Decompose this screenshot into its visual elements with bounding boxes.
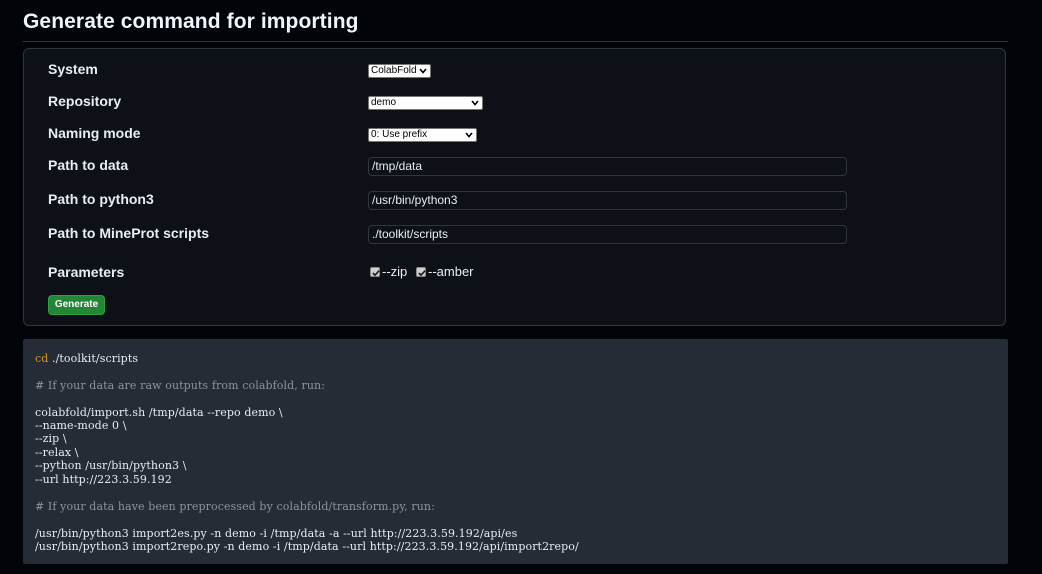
code-line: colabfold/import.sh /tmp/data --repo dem… xyxy=(35,406,283,419)
naming-mode-label: Naming mode xyxy=(48,125,141,141)
title-divider xyxy=(23,41,1008,42)
path-to-data-input[interactable]: /tmp/data xyxy=(368,157,847,176)
code-line: --name-mode 0 \ xyxy=(35,419,127,432)
code-line: /usr/bin/python3 import2repo.py -n demo … xyxy=(35,540,579,553)
path-to-data-label: Path to data xyxy=(48,157,129,173)
path-to-scripts-input[interactable]: ./toolkit/scripts xyxy=(368,225,847,244)
repository-select-value: demo xyxy=(371,97,397,108)
path-to-python3-label: Path to python3 xyxy=(48,191,154,207)
zip-checkbox-label: --zip xyxy=(382,264,408,279)
system-select[interactable]: ColabFold xyxy=(368,64,431,78)
cd-path: ./toolkit/scripts xyxy=(48,352,139,365)
page: Generate command for importing System Co… xyxy=(0,0,1042,574)
generate-button[interactable]: Generate xyxy=(48,295,105,315)
code-line: --relax \ xyxy=(35,446,79,459)
code-line: /usr/bin/python3 import2es.py -n demo -i… xyxy=(35,527,518,540)
chevron-down-icon xyxy=(471,100,479,106)
chevron-down-icon xyxy=(419,68,427,74)
code-comment-raw: # If your data are raw outputs from cola… xyxy=(35,379,326,392)
checkmark-icon xyxy=(372,270,380,277)
path-to-python3-input[interactable]: /usr/bin/python3 xyxy=(368,191,847,210)
repository-select[interactable]: demo xyxy=(368,96,483,110)
parameters-label: Parameters xyxy=(48,264,125,280)
naming-mode-select[interactable]: 0: Use prefix xyxy=(368,128,477,142)
code-line: --zip \ xyxy=(35,432,67,445)
code-line: --python /usr/bin/python3 \ xyxy=(35,459,187,472)
amber-checkbox-label: --amber xyxy=(428,264,474,279)
zip-checkbox[interactable] xyxy=(370,267,380,277)
system-select-value: ColabFold xyxy=(371,65,417,76)
code-line: --url http://223.3.59.192 xyxy=(35,473,172,486)
command-output: cd ./toolkit/scripts # If your data are … xyxy=(23,339,1008,564)
repository-label: Repository xyxy=(48,93,122,109)
cd-keyword: cd xyxy=(35,352,49,365)
code-line-cd: cd ./toolkit/scripts xyxy=(35,352,138,365)
code-comment-preprocessed: # If your data have been preprocessed by… xyxy=(35,500,435,513)
path-to-scripts-label: Path to MineProt scripts xyxy=(48,225,210,241)
chevron-down-icon xyxy=(465,132,473,138)
amber-checkbox[interactable] xyxy=(416,267,426,277)
checkmark-icon xyxy=(418,270,426,277)
system-label: System xyxy=(48,61,98,77)
naming-mode-select-value: 0: Use prefix xyxy=(371,129,428,140)
page-title: Generate command for importing xyxy=(23,10,359,33)
import-form-panel: System ColabFold Repository demo Naming … xyxy=(23,48,1006,326)
